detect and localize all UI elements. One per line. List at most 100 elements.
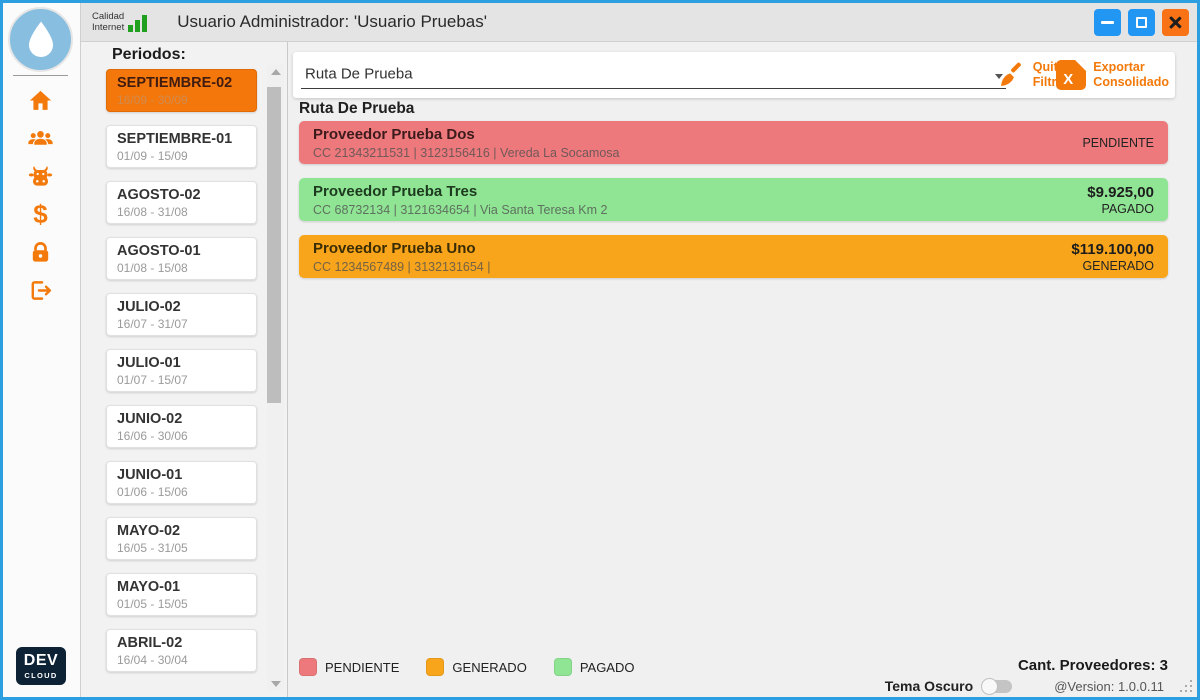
periods-panel: Periodos: SEPTIEMBRE-02 16/09 - 30/09 SE… (81, 42, 288, 697)
home-button[interactable] (28, 87, 53, 113)
legend-item-pagado: PAGADO (554, 658, 635, 676)
file-fold-corner (1075, 60, 1086, 71)
provider-card[interactable]: Proveedor Prueba Uno CC 1234567489 | 313… (299, 235, 1168, 278)
period-range: 16/05 - 31/05 (117, 541, 246, 555)
version-label: @Version: 1.0.0.11 (1054, 679, 1164, 694)
period-range: 01/06 - 15/06 (117, 485, 246, 499)
dark-theme-label: Tema Oscuro (885, 678, 973, 694)
broom-icon (998, 61, 1026, 89)
period-item[interactable]: MAYO-01 01/05 - 15/05 (106, 573, 257, 616)
provider-status: PENDIENTE (1082, 136, 1154, 150)
providers-list: Proveedor Prueba Dos CC 21343211531 | 31… (299, 121, 1168, 292)
brand: Calidad Internet (92, 11, 147, 34)
minimize-button[interactable] (1094, 9, 1121, 36)
sidebar-nav: $ (3, 87, 78, 315)
period-range: 01/07 - 15/07 (117, 373, 246, 387)
provider-details: CC 1234567489 | 3132131654 | (313, 260, 1154, 274)
period-item[interactable]: ABRIL-02 16/04 - 30/04 (106, 629, 257, 672)
period-name: JULIO-01 (117, 355, 246, 371)
maximize-icon (1136, 17, 1147, 28)
period-range: 16/09 - 30/09 (117, 93, 246, 107)
devcloud-logo-top: DEV (24, 653, 58, 669)
period-name: JUNIO-02 (117, 411, 246, 427)
chevron-down-icon (271, 681, 281, 687)
export-consolidated-button[interactable]: X Exportar Consolidado (1050, 52, 1175, 98)
maximize-button[interactable] (1128, 9, 1155, 36)
scrollbar-thumb[interactable] (267, 87, 281, 403)
payments-button[interactable]: $ (33, 201, 47, 227)
scroll-up-button[interactable] (267, 65, 284, 79)
filter-toolbar: Ruta De Prueba Quitar Filtros X (293, 52, 1175, 98)
legend-swatch-generado (426, 658, 444, 676)
period-name: SEPTIEMBRE-02 (117, 75, 246, 91)
route-select-value: Ruta De Prueba (305, 66, 413, 83)
providers-count: Cant. Proveedores: 3 (1018, 657, 1168, 674)
sidebar: $ DEV CLOUD (3, 3, 81, 697)
scroll-down-button[interactable] (267, 677, 284, 691)
window-controls (1094, 9, 1189, 36)
resize-grip[interactable] (1180, 680, 1193, 693)
period-item[interactable]: MAYO-02 16/05 - 31/05 (106, 517, 257, 560)
period-name: ABRIL-02 (117, 635, 246, 651)
period-name: MAYO-02 (117, 523, 246, 539)
period-item[interactable]: JUNIO-01 01/06 - 15/06 (106, 461, 257, 504)
period-range: 16/08 - 31/08 (117, 205, 246, 219)
provider-amount: $9.925,00 (1087, 184, 1154, 201)
provider-card[interactable]: Proveedor Prueba Tres CC 68732134 | 3121… (299, 178, 1168, 221)
period-name: MAYO-01 (117, 579, 246, 595)
period-range: 16/07 - 31/07 (117, 317, 246, 331)
brand-text: Calidad Internet (92, 11, 124, 34)
close-icon (1168, 15, 1183, 30)
period-name: JULIO-02 (117, 299, 246, 315)
legend-swatch-pendiente (299, 658, 317, 676)
window-title: Usuario Administrador: 'Usuario Pruebas' (177, 12, 487, 32)
period-item[interactable]: JULIO-01 01/07 - 15/07 (106, 349, 257, 392)
period-item[interactable]: SEPTIEMBRE-01 01/09 - 15/09 (106, 125, 257, 168)
period-name: SEPTIEMBRE-01 (117, 131, 246, 147)
security-button[interactable] (28, 239, 53, 265)
period-range: 01/08 - 15/08 (117, 261, 246, 275)
close-button[interactable] (1162, 9, 1189, 36)
devcloud-logo-bottom: CLOUD (24, 671, 57, 680)
period-item[interactable]: SEPTIEMBRE-02 16/09 - 30/09 (106, 69, 257, 112)
chevron-up-icon (271, 69, 281, 75)
route-select[interactable]: Ruta De Prueba (301, 60, 1006, 89)
users-icon (27, 126, 54, 151)
dollar-icon: $ (33, 201, 47, 227)
route-heading: Ruta De Prueba (299, 100, 414, 118)
provider-name: Proveedor Prueba Tres (313, 183, 1154, 200)
logout-button[interactable] (28, 277, 53, 303)
provider-status: PAGADO (1101, 202, 1154, 216)
brand-line1: Calidad (92, 11, 124, 22)
minimize-icon (1101, 21, 1114, 24)
status-bar: Tema Oscuro @Version: 1.0.0.11 (885, 677, 1193, 695)
brand-line2: Internet (92, 22, 124, 33)
period-range: 16/06 - 30/06 (117, 429, 246, 443)
dark-theme-toggle[interactable] (982, 680, 1012, 693)
titlebar: Calidad Internet Usuario Administrador: … (80, 3, 1197, 42)
period-item[interactable]: AGOSTO-02 16/08 - 31/08 (106, 181, 257, 224)
periods-list: SEPTIEMBRE-02 16/09 - 30/09 SEPTIEMBRE-0… (106, 69, 257, 685)
sidebar-divider (13, 75, 68, 76)
provider-status: GENERADO (1082, 259, 1154, 273)
period-item[interactable]: JULIO-02 16/07 - 31/07 (106, 293, 257, 336)
periods-heading: Periodos: (112, 46, 186, 64)
legend-item-generado: GENERADO (426, 658, 526, 676)
periods-scrollbar[interactable] (267, 65, 284, 691)
period-name: AGOSTO-01 (117, 243, 246, 259)
period-range: 01/05 - 15/05 (117, 597, 246, 611)
app-window: Calidad Internet Usuario Administrador: … (0, 0, 1200, 700)
legend-item-pendiente: PENDIENTE (299, 658, 399, 676)
period-item[interactable]: AGOSTO-01 01/08 - 15/08 (106, 237, 257, 280)
provider-details: CC 21343211531 | 3123156416 | Vereda La … (313, 146, 1154, 160)
provider-name: Proveedor Prueba Dos (313, 126, 1154, 143)
livestock-button[interactable] (27, 163, 54, 189)
period-item[interactable]: JUNIO-02 16/06 - 30/06 (106, 405, 257, 448)
app-logo (8, 7, 73, 72)
excel-file-icon: X (1056, 60, 1086, 90)
lock-icon (28, 240, 53, 265)
provider-name: Proveedor Prueba Uno (313, 240, 1154, 257)
provider-card[interactable]: Proveedor Prueba Dos CC 21343211531 | 31… (299, 121, 1168, 164)
legend-swatch-pagado (554, 658, 572, 676)
users-button[interactable] (27, 125, 54, 151)
